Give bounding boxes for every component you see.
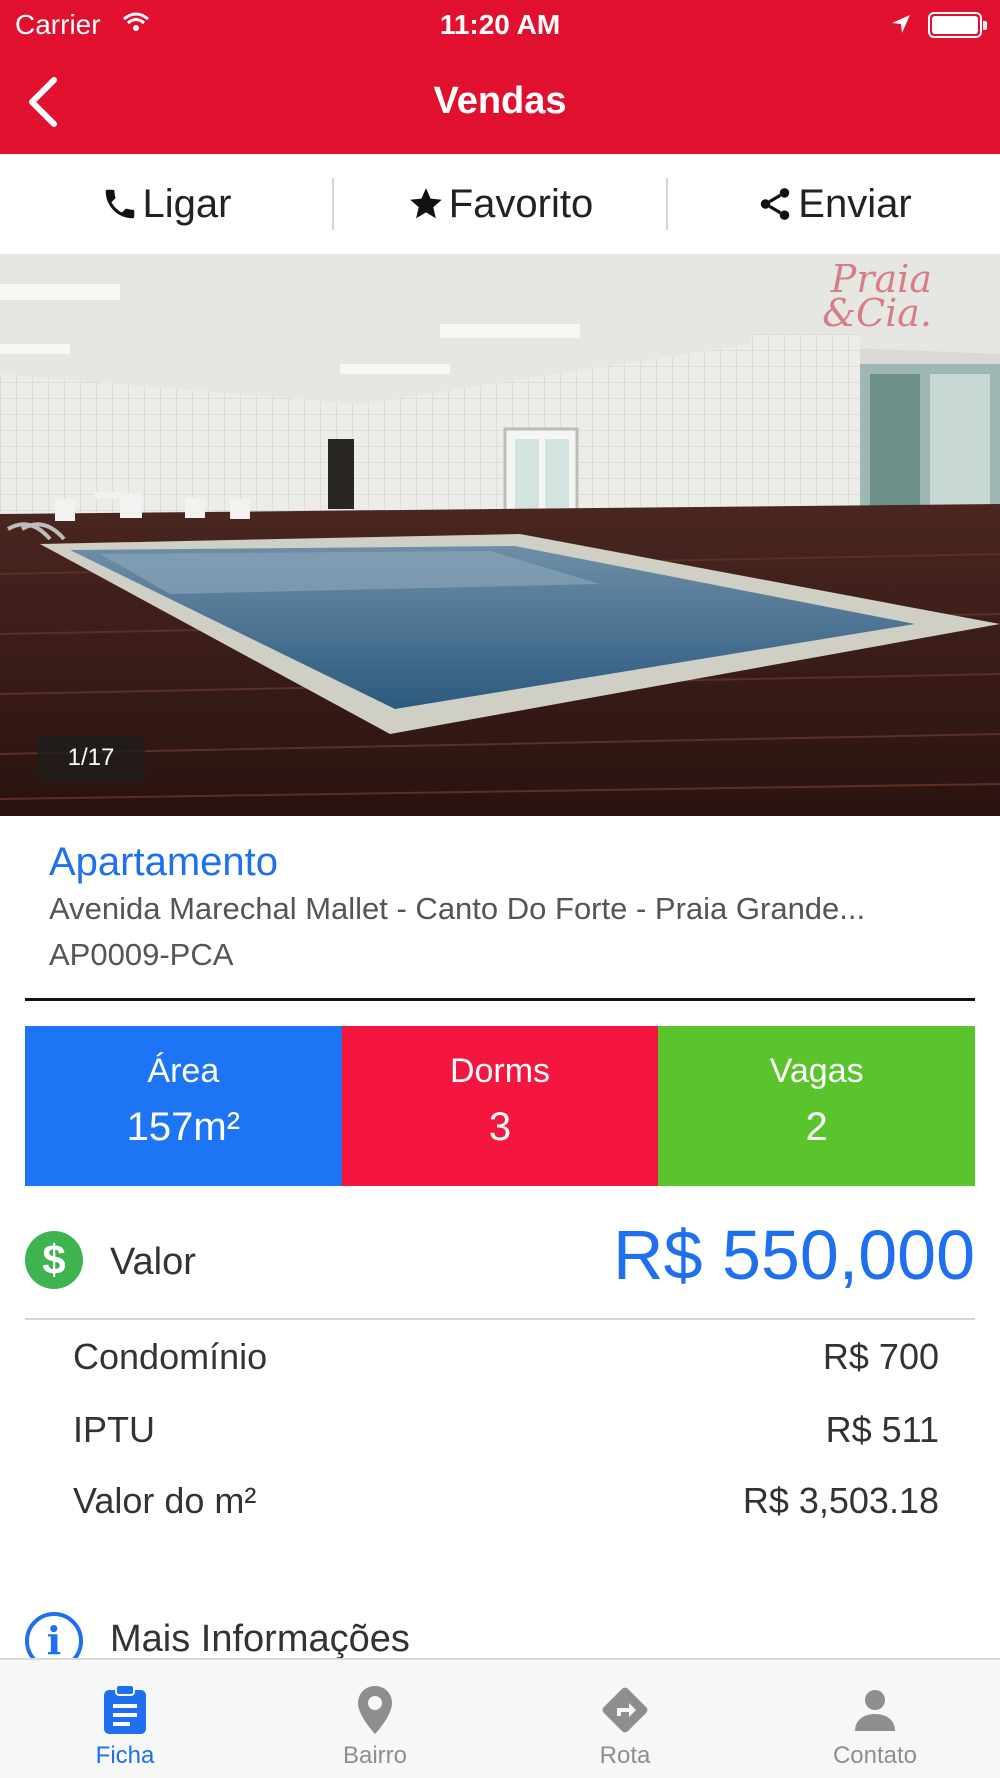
call-button[interactable]: Ligar [0, 154, 332, 254]
favorite-label: Favorito [448, 181, 594, 226]
tab-bar: Ficha Bairro Rota Contato [0, 1658, 1000, 1778]
share-icon [756, 185, 794, 223]
price-label: Valor [110, 1241, 196, 1283]
detail-row: Valor do m² R$ 3,503.18 [73, 1480, 939, 1530]
detail-row: IPTU R$ 511 [73, 1409, 939, 1459]
tab-bairro[interactable]: Bairro [250, 1660, 500, 1778]
property-code: AP0009-PCA [49, 937, 234, 972]
photo-counter: 1/17 [37, 736, 145, 780]
property-stats: Área 157m² Dorms 3 Vagas 2 [25, 1026, 976, 1186]
watermark-logo: Praia &Cia. [822, 260, 932, 335]
action-bar: Ligar Favorito Enviar [0, 154, 1000, 254]
status-time: 11:20 AM [439, 9, 561, 40]
stat-vagas-label: Vagas [769, 1052, 864, 1090]
stat-area: Área 157m² [25, 1026, 342, 1186]
stat-vagas-value: 2 [805, 1105, 828, 1149]
property-photo[interactable]: Praia &Cia. 1/17 [0, 254, 1000, 816]
page-title: Vendas [433, 80, 567, 122]
property-address: Avenida Marechal Mallet - Canto Do Forte… [49, 891, 866, 926]
navigation-bar: Vendas [0, 50, 1000, 154]
status-bar: Carrier 11:20 AM [0, 0, 1000, 50]
tab-label: Contato [832, 1742, 918, 1769]
detail-value: R$ 700 [822, 1336, 939, 1377]
send-label: Enviar [798, 181, 912, 226]
call-label: Ligar [142, 181, 232, 226]
favorite-button[interactable]: Favorito [334, 154, 666, 254]
stat-dorms-label: Dorms [449, 1052, 551, 1090]
listing-info: Apartamento Avenida Marechal Mallet - Ca… [49, 840, 969, 973]
detail-label: Condomínio [73, 1336, 268, 1377]
tab-ficha[interactable]: Ficha [0, 1660, 250, 1778]
route-icon [500, 1680, 750, 1740]
tab-label: Ficha [95, 1742, 155, 1769]
detail-label: IPTU [73, 1409, 156, 1450]
price-row: $ Valor R$ 550,000 [25, 1215, 975, 1311]
pool-photo-image [0, 254, 1000, 816]
tab-label: Rota [599, 1742, 651, 1769]
person-icon [750, 1680, 1000, 1740]
detail-label: Valor do m² [73, 1480, 257, 1521]
divider [25, 1318, 975, 1320]
stat-dorms: Dorms 3 [341, 1026, 659, 1186]
tab-rota[interactable]: Rota [500, 1660, 750, 1778]
top-bar: Carrier 11:20 AM Vendas [0, 0, 1000, 154]
property-type: Apartamento [49, 840, 279, 884]
more-info-label: Mais Informações [110, 1618, 410, 1660]
battery-icon [928, 12, 987, 38]
send-button[interactable]: Enviar [668, 154, 1000, 254]
map-pin-icon [250, 1680, 500, 1740]
phone-icon [101, 185, 139, 223]
divider [25, 998, 975, 1001]
stat-area-label: Área [147, 1052, 220, 1090]
clipboard-icon [0, 1680, 250, 1740]
star-icon [407, 185, 445, 223]
dollar-icon: $ [25, 1231, 83, 1289]
detail-value: R$ 511 [825, 1409, 939, 1450]
stat-area-value: 157m² [126, 1105, 241, 1149]
tab-label: Bairro [342, 1742, 408, 1769]
price-value: R$ 550,000 [613, 1216, 975, 1294]
detail-row: Condomínio R$ 700 [73, 1336, 939, 1386]
stat-dorms-value: 3 [488, 1105, 512, 1149]
detail-value: R$ 3,503.18 [742, 1480, 939, 1521]
tab-contato[interactable]: Contato [750, 1660, 1000, 1778]
location-arrow-icon [890, 10, 912, 42]
stat-vagas: Vagas 2 [658, 1026, 976, 1186]
watermark-line: &Cia. [822, 291, 932, 335]
